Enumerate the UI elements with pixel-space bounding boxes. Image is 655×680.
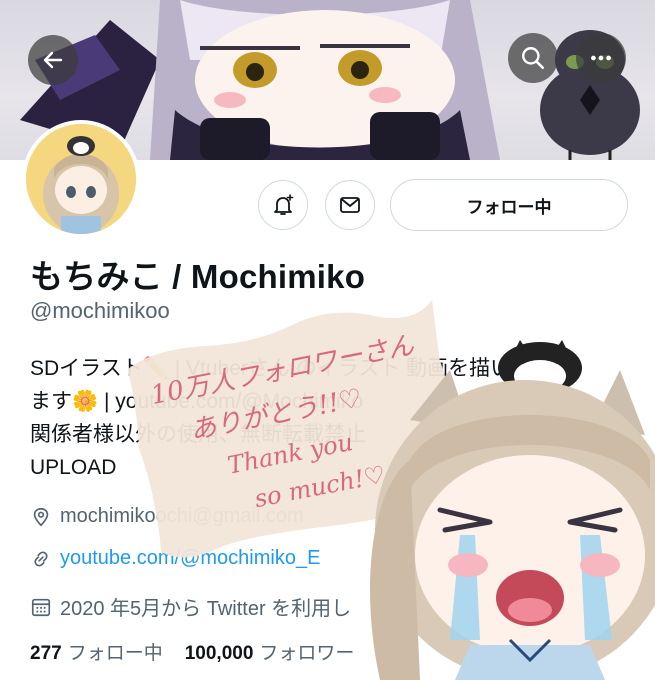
calendar-icon <box>31 598 51 616</box>
followers-count: 100,000 <box>184 643 254 664</box>
followers-label: フォロワー <box>259 643 355 664</box>
search-button[interactable] <box>508 33 558 83</box>
message-button[interactable] <box>325 180 375 230</box>
profile-joined: 2020 年5月から Twitter を利用し <box>30 592 351 621</box>
envelope-icon <box>340 197 360 213</box>
following-count: 277 <box>30 643 62 664</box>
search-icon <box>522 47 545 70</box>
following-label: フォロー中 <box>67 643 163 664</box>
followers-stat[interactable]: 100,000 フォロワー <box>185 638 355 665</box>
profile-avatar[interactable] <box>22 120 140 238</box>
avatar-illustration <box>26 124 136 234</box>
notify-button[interactable] <box>258 180 308 230</box>
back-button[interactable] <box>28 35 78 85</box>
joined-text: 2020 年5月から Twitter を利用し <box>60 598 352 620</box>
crying-chibi-illustration <box>370 340 655 680</box>
bell-plus-icon <box>274 194 294 215</box>
more-button[interactable] <box>576 33 626 83</box>
follow-stats: 277 フォロー中 100,000 フォロワー <box>30 638 354 665</box>
more-dots-icon <box>591 55 611 61</box>
following-button[interactable]: フォロー中 <box>390 179 628 231</box>
arrow-left-icon <box>43 51 63 69</box>
link-icon <box>34 551 48 566</box>
display-name: もちみこ / Mochimiko <box>30 258 366 295</box>
following-stat[interactable]: 277 フォロー中 <box>30 638 163 665</box>
location-pin-icon <box>33 507 49 526</box>
user-handle: @mochimikoo <box>30 298 170 323</box>
